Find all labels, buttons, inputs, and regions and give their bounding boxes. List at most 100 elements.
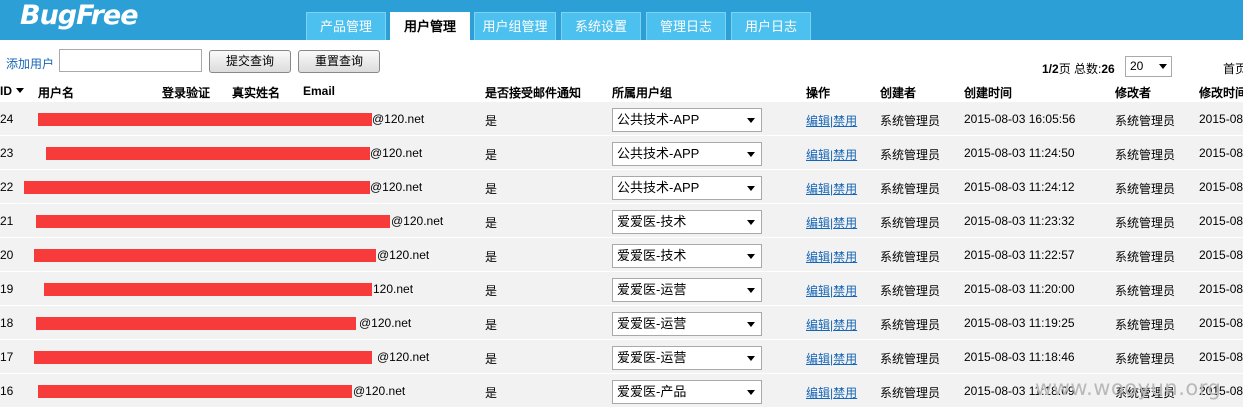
first-page-link[interactable]: 首页 [1223,60,1243,77]
table-row: 22 @120.net 是 公共技术-APP 编辑|禁用 系统管理员 2015-08-03 … [0,169,1243,203]
row-created: 2015-08-03 11:19:25 [964,316,1075,330]
row-id: 22 [0,180,14,194]
user-group-value: 公共技术-APP [617,180,700,195]
row-created: 2015-08-03 11:24:50 [964,146,1075,160]
reset-query-button[interactable]: 重置查询 [298,50,380,73]
col-modifier[interactable]: 修改者 [1115,84,1151,101]
col-notify[interactable]: 是否接受邮件通知 [485,84,581,101]
row-creator: 系统管理员 [880,284,941,298]
edit-link[interactable]: 编辑 [806,182,830,196]
row-id: 20 [0,248,14,262]
tab-admin-log[interactable]: 管理日志 [646,12,726,40]
user-group-select[interactable]: 爱爱医-运营 [612,346,762,370]
edit-link[interactable]: 编辑 [806,352,830,366]
row-notify: 是 [485,284,498,298]
user-group-select[interactable]: 爱爱医-运营 [612,312,762,336]
user-group-select[interactable]: 公共技术-APP [612,142,762,166]
disable-link[interactable]: 禁用 [833,182,857,196]
row-notify: 是 [485,148,498,162]
row-email: @120.net [370,180,423,194]
disable-link[interactable]: 禁用 [833,284,857,298]
edit-link[interactable]: 编辑 [806,148,830,162]
col-login-auth[interactable]: 登录验证 [162,84,210,101]
edit-link[interactable]: 编辑 [806,250,830,264]
disable-link[interactable]: 禁用 [833,318,857,332]
redaction-bar [36,317,356,330]
row-modified: 2015-08 [1199,146,1243,160]
row-operations: 编辑|禁用 [806,182,858,196]
user-group-select[interactable]: 爱爱医-运营 [612,278,762,302]
row-operations: 编辑|禁用 [806,216,858,230]
pager-total: 26 [1101,62,1115,76]
user-group-select[interactable]: 爱爱医-技术 [612,210,762,234]
redaction-bar [34,249,376,262]
chevron-down-icon [747,356,755,361]
row-notify: 是 [485,250,498,264]
tab-user-log[interactable]: 用户日志 [731,12,811,40]
chevron-down-icon [747,152,755,157]
row-id: 17 [0,350,14,364]
disable-link[interactable]: 禁用 [833,386,857,400]
row-creator: 系统管理员 [880,352,941,366]
row-email: @120.net [377,248,430,262]
row-creator: 系统管理员 [880,216,941,230]
col-realname[interactable]: 真实姓名 [232,84,280,101]
col-creator[interactable]: 创建者 [880,84,916,101]
col-email[interactable]: Email [303,84,335,98]
row-creator: 系统管理员 [880,148,941,162]
table-row: 21 @120.net 是 爱爱医-技术 编辑|禁用 系统管理员 2015-08-03 11… [0,203,1243,237]
edit-link[interactable]: 编辑 [806,318,830,332]
user-group-value: 爱爱医-运营 [617,350,687,365]
row-modified: 2015-08 [1199,112,1243,126]
disable-link[interactable]: 禁用 [833,114,857,128]
disable-link[interactable]: 禁用 [833,216,857,230]
edit-link[interactable]: 编辑 [806,386,830,400]
row-modified: 2015-08 [1199,350,1243,364]
edit-link[interactable]: 编辑 [806,216,830,230]
tab-products[interactable]: 产品管理 [306,12,386,40]
search-input[interactable] [59,49,202,72]
col-id[interactable]: ID [0,84,24,98]
table-row: 17 @120.net 是 爱爱医-运营 编辑|禁用 系统管理员 2015-08-03 11… [0,339,1243,373]
row-email: 120.net [373,282,414,296]
col-username[interactable]: 用户名 [38,84,74,101]
col-operation: 操作 [806,86,831,100]
user-group-select[interactable]: 公共技术-APP [612,176,762,200]
row-id: 16 [0,384,14,398]
user-group-value: 公共技术-APP [617,146,700,161]
edit-link[interactable]: 编辑 [806,284,830,298]
col-created[interactable]: 创建时间 [964,84,1012,101]
disable-link[interactable]: 禁用 [833,148,857,162]
row-notify: 是 [485,352,498,366]
user-group-select[interactable]: 爱爱医-产品 [612,380,762,404]
table-row: 23 @120.net 是 公共技术-APP 编辑|禁用 系统管理员 2015-08-03 … [0,135,1243,169]
disable-link[interactable]: 禁用 [833,352,857,366]
bugfree-logo[interactable]: BugFree [20,0,139,31]
page-size-select[interactable]: 20 [1125,56,1172,77]
row-modified: 2015-08 [1199,248,1243,262]
add-user-link[interactable]: 添加用户 [6,55,54,72]
col-group[interactable]: 所属用户组 [612,84,672,101]
row-modifier: 系统管理员 [1115,284,1176,298]
user-group-select[interactable]: 爱爱医-技术 [612,244,762,268]
edit-link[interactable]: 编辑 [806,114,830,128]
top-header: BugFree 产品管理 用户管理 用户组管理 系统设置 管理日志 用户日志 [0,0,1243,40]
user-group-value: 爱爱医-产品 [617,384,687,399]
row-operations: 编辑|禁用 [806,386,858,400]
row-operations: 编辑|禁用 [806,148,858,162]
tab-users[interactable]: 用户管理 [390,12,470,40]
col-modified[interactable]: 修改时间 [1199,84,1243,101]
chevron-down-icon [1159,64,1167,69]
tab-user-groups[interactable]: 用户组管理 [474,12,556,40]
redaction-bar [36,215,390,228]
row-modified: 2015-08 [1199,180,1243,194]
row-modifier: 系统管理员 [1115,318,1176,332]
disable-link[interactable]: 禁用 [833,250,857,264]
row-email: @120.net [391,214,444,228]
tab-system-settings[interactable]: 系统设置 [561,12,641,40]
user-group-select[interactable]: 公共技术-APP [612,108,762,132]
submit-query-button[interactable]: 提交查询 [209,50,291,73]
table-row: 20 @120.net 是 爱爱医-技术 编辑|禁用 系统管理员 2015-08-03 11… [0,237,1243,271]
row-modifier: 系统管理员 [1115,148,1176,162]
row-creator: 系统管理员 [880,182,941,196]
